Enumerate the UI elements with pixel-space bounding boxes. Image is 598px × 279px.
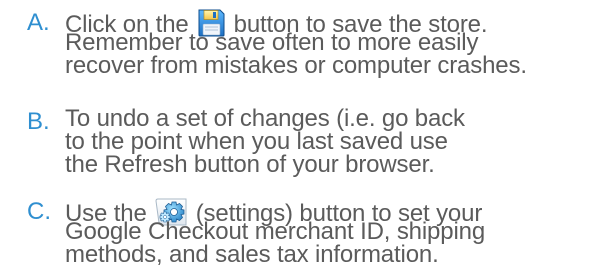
instruction-text-settings: Use the (settings) button to set your Go… xyxy=(65,197,595,268)
instruction-line: To undo a set of changes (i.e. go back xyxy=(65,105,465,132)
item-marker-a: A. xyxy=(27,9,50,36)
instruction-line: Google Checkout merchant ID, shipping xyxy=(65,218,486,245)
item-marker-b: B. xyxy=(27,108,50,135)
item-marker-c: C. xyxy=(27,198,51,225)
instruction-text-save: Click on the button to save the store. R… xyxy=(65,8,595,79)
instruction-line: to the point when you last saved use xyxy=(65,128,448,155)
instruction-line: methods, and sales tax information. xyxy=(65,241,439,268)
instruction-line: recover from mistakes or computer crashe… xyxy=(65,52,527,79)
instruction-text-undo: To undo a set of changes (i.e. go back t… xyxy=(65,105,595,178)
instruction-line: Remember to save often to more easily xyxy=(65,29,479,56)
instruction-line: the Refresh button of your browser. xyxy=(65,151,435,178)
instruction-line: Click on the button to save the store. xyxy=(65,8,595,37)
instruction-line: Use the (settings) button to set your xyxy=(65,197,595,226)
